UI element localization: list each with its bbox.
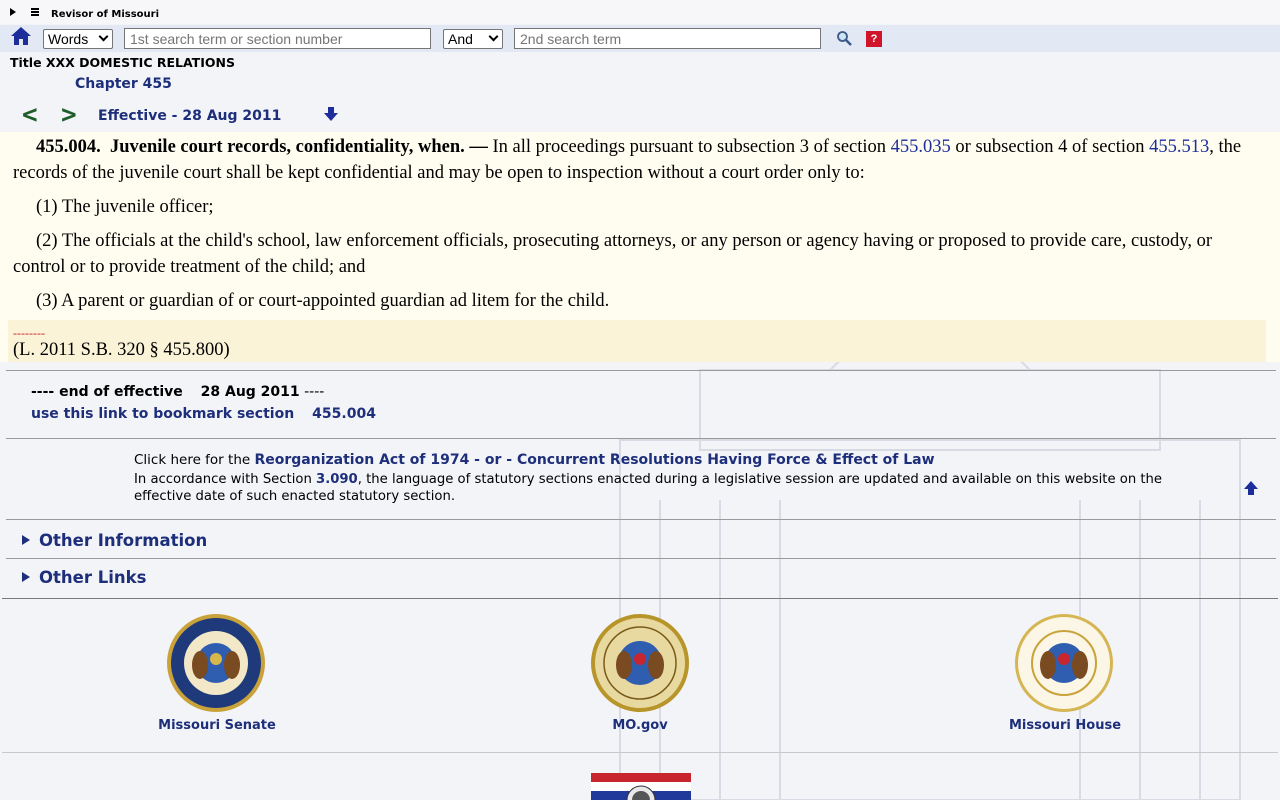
site-brand[interactable]: Revisor of Missouri [51,9,159,20]
search-term-2-input[interactable] [514,28,821,49]
previous-section-button[interactable]: < [22,100,38,130]
section-heading: Juvenile court records, confidentiality,… [110,137,465,157]
section-link-455-035[interactable]: 455.035 [891,137,951,157]
down-arrow-icon[interactable] [323,106,339,122]
section-3-090-link[interactable]: 3.090 [316,472,358,487]
home-icon[interactable] [10,26,32,46]
search-mode-value: Words [48,31,89,47]
divider [6,558,1276,559]
mo-gov-link[interactable]: MO.gov [540,718,740,733]
reorganization-act-link[interactable]: Reorganization Act of 1974 - or - Concur… [254,452,934,468]
up-arrow-icon[interactable] [1243,480,1259,496]
bookmark-section: 455.004 [312,406,376,422]
effective-date: Effective - 28 Aug 2011 [98,108,282,124]
notice-acc-prefix: In accordance with Section [134,472,312,487]
missouri-house-seal[interactable] [1014,613,1114,713]
search-bar: Words And ? [0,25,1280,52]
search-term-1-input[interactable] [124,28,431,49]
subdivision-1: (1) The juvenile officer; [36,197,214,217]
section-intro-a: In all proceedings pursuant to subsectio… [492,137,887,157]
search-icon[interactable] [836,30,852,46]
divider [6,519,1276,520]
divider [2,598,1278,599]
section-intro-b: or subsection 4 of section [955,137,1145,157]
search-operator-select[interactable]: And [443,29,503,49]
other-links-label: Other Links [39,568,147,587]
chevron-down-icon [98,31,109,42]
other-information-toggle[interactable]: Other Information [22,531,207,550]
expand-triangle-icon [22,535,30,545]
other-links-toggle[interactable]: Other Links [22,568,146,587]
end-of-effective: ---- end of effective 28 Aug 2011 ---- [31,384,324,400]
subdivision-2: (2) The officials at the child's school,… [13,231,1213,277]
top-menu-bar: Revisor of Missouri [0,0,1280,24]
search-mode-select[interactable]: Words [43,29,113,49]
bookmark-link[interactable]: use this link to bookmark section 455.004 [31,406,376,422]
search-operator-value: And [448,31,473,47]
missouri-senate-seal[interactable] [166,613,266,713]
bookmark-text: use this link to bookmark section [31,406,295,422]
section-number: 455.004. [36,137,101,157]
notice-click-prefix: Click here for the [134,452,251,468]
expand-triangle-icon [22,572,30,582]
help-icon[interactable]: ? [866,31,882,47]
subdivision-3: (3) A parent or guardian of or court-app… [36,291,610,311]
divider [2,752,1278,753]
history-citation: (L. 2011 S.B. 320 § 455.800) [13,340,230,360]
missouri-house-link[interactable]: Missouri House [965,718,1165,733]
expand-triangle-icon[interactable] [10,8,16,16]
section-dash: — [469,137,488,157]
end-prefix: ---- end of effective [31,384,183,400]
other-information-label: Other Information [39,531,208,550]
missouri-senate-link[interactable]: Missouri Senate [117,718,317,733]
divider [6,438,1276,439]
mo-gov-seal[interactable] [590,613,690,713]
chapter-link[interactable]: Chapter 455 [75,76,172,92]
end-date: 28 Aug 2011 [200,384,300,400]
section-intro: 455.004. Juvenile court records, confide… [13,134,1260,186]
end-suffix: ---- [304,384,325,400]
next-section-button[interactable]: > [61,100,77,130]
missouri-flag[interactable] [591,773,691,800]
statute-text: 455.004. Juvenile court records, confide… [0,132,1280,362]
hamburger-icon[interactable] [31,8,39,17]
notice-block: Click here for the Reorganization Act of… [134,452,1164,505]
section-link-455-513[interactable]: 455.513 [1149,137,1209,157]
history-box: -------- (L. 2011 S.B. 320 § 455.800) [8,320,1266,362]
divider [6,370,1276,371]
title-heading[interactable]: Title XXX DOMESTIC RELATIONS [10,55,235,70]
chevron-down-icon [488,31,499,42]
